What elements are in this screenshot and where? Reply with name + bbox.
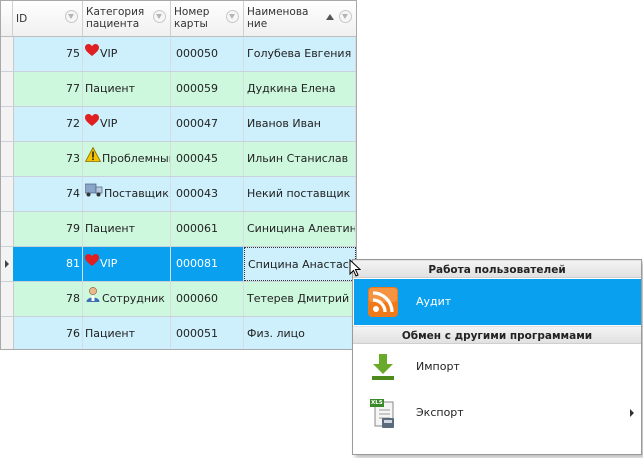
cell-card-number[interactable]: 000050 [171, 37, 244, 71]
patient-grid: ID Категория пациента Номер карты Наименов… [0, 0, 357, 350]
filter-icon[interactable] [226, 10, 239, 23]
table-row[interactable]: 74 Поставщик 000043 Некий поставщик [1, 177, 356, 212]
cell-name[interactable]: Синицина Алевтина [244, 212, 356, 246]
cell-id[interactable]: 76 [13, 317, 83, 349]
cell-category[interactable]: Проблемный [83, 142, 171, 176]
table-row[interactable]: 76 Пациент 000051 Физ. лицо [1, 317, 356, 349]
column-header-name[interactable]: Наименова ние [244, 1, 356, 37]
row-indicator-header [1, 1, 13, 37]
cell-name[interactable]: Ильин Станислав [244, 142, 356, 176]
filter-icon[interactable] [65, 10, 78, 23]
header-line: пациента [86, 18, 140, 30]
context-menu: Работа пользователей Аудит Обмен с други… [352, 259, 642, 455]
cell-id[interactable]: 81 [13, 247, 83, 281]
cell-name[interactable]: Спицина Анастасия [244, 247, 356, 281]
export-xls-icon: XLS [368, 398, 398, 433]
cell-category-label: Пациент [85, 222, 136, 235]
cell-category[interactable]: Пациент [83, 317, 171, 349]
header-line: ние [247, 18, 268, 30]
cell-category-label: Проблемный [102, 152, 171, 165]
cell-name[interactable]: Голубева Евгения [244, 37, 356, 71]
menu-item-export-label: Экспорт [416, 406, 464, 419]
cell-name[interactable]: Некий поставщик [244, 177, 356, 211]
cell-category-label: Пациент [85, 327, 136, 340]
column-header-id[interactable]: ID [13, 1, 83, 37]
column-header-name-label: Наименова ние [247, 6, 308, 30]
cell-category[interactable]: Пациент [83, 212, 171, 246]
rss-icon [368, 287, 398, 320]
cell-id[interactable]: 75 [13, 37, 83, 71]
cell-category-label: VIP [100, 117, 118, 130]
cell-category-label: VIP [100, 47, 118, 60]
employee-icon [85, 282, 101, 316]
column-header-id-label: ID [16, 13, 28, 25]
cell-id[interactable]: 72 [13, 107, 83, 141]
cell-card-number[interactable]: 000081 [171, 247, 244, 281]
table-row[interactable]: 75 VIP 000050 Голубева Евгения [1, 37, 356, 72]
cell-id[interactable]: 77 [13, 72, 83, 106]
cell-card-number[interactable]: 000059 [171, 72, 244, 106]
filter-icon[interactable] [153, 10, 166, 23]
cell-category[interactable]: Поставщик [83, 177, 171, 211]
cell-category[interactable]: Сотрудник [83, 282, 171, 316]
cell-id[interactable]: 79 [13, 212, 83, 246]
cell-id[interactable]: 73 [13, 142, 83, 176]
column-header-card[interactable]: Номер карты [171, 1, 244, 37]
header-line: Номер [174, 6, 210, 18]
heart-icon [85, 247, 99, 281]
table-row[interactable]: 73 Проблемный 000045 Ильин Станислав [1, 142, 356, 177]
menu-item-import-label: Импорт [416, 360, 460, 373]
table-row[interactable]: 81 VIP 000081 Спицина Анастасия [1, 247, 356, 282]
header-line: Наименова [247, 6, 309, 18]
cell-card-number[interactable]: 000061 [171, 212, 244, 246]
heart-icon [85, 107, 99, 141]
import-icon [368, 352, 398, 385]
menu-section-exchange: Обмен с другими программами [353, 326, 641, 344]
cell-category[interactable]: VIP [83, 247, 171, 281]
table-row[interactable]: 72 VIP 000047 Иванов Иван [1, 107, 356, 142]
cell-card-number[interactable]: 000047 [171, 107, 244, 141]
sort-ascending-icon [326, 14, 334, 20]
submenu-arrow-icon [630, 409, 634, 417]
cell-category[interactable]: VIP [83, 107, 171, 141]
header-line: карты [174, 18, 208, 30]
cell-id[interactable]: 74 [13, 177, 83, 211]
cell-category[interactable]: VIP [83, 37, 171, 71]
cell-card-number[interactable]: 000045 [171, 142, 244, 176]
heart-icon [85, 37, 99, 71]
table-row[interactable]: 77 Пациент 000059 Дудкина Елена [1, 72, 356, 107]
menu-item-import[interactable]: Импорт [354, 344, 641, 390]
table-row[interactable]: 79 Пациент 000061 Синицина Алевтина [1, 212, 356, 247]
menu-item-audit-label: Аудит [416, 295, 452, 308]
cell-id[interactable]: 78 [13, 282, 83, 316]
cell-card-number[interactable]: 000060 [171, 282, 244, 316]
current-row-caret-icon [5, 260, 9, 268]
mouse-cursor-icon [349, 259, 361, 277]
cell-name[interactable]: Иванов Иван [244, 107, 356, 141]
cell-name[interactable]: Физ. лицо [244, 317, 356, 349]
export-xls-icon-text: XLS [371, 400, 383, 406]
column-header-category-label: Категория пациента [86, 6, 144, 30]
truck-icon [84, 177, 103, 211]
cell-card-number[interactable]: 000051 [171, 317, 244, 349]
cell-category-label: Пациент [85, 82, 136, 95]
column-header-card-label: Номер карты [174, 6, 209, 30]
filter-icon[interactable] [339, 10, 352, 23]
column-header-category[interactable]: Категория пациента [83, 1, 171, 37]
table-row[interactable]: 78 Сотрудник 000060 Тетерев Дмитрий [1, 282, 356, 317]
menu-section-users: Работа пользователей [353, 260, 641, 278]
cell-category-label: Поставщик [104, 187, 169, 200]
menu-item-audit[interactable]: Аудит [354, 279, 641, 325]
warning-icon [84, 142, 102, 176]
header-line: Категория [86, 6, 145, 18]
cell-category-label: Сотрудник [102, 292, 165, 305]
menu-item-export[interactable]: XLS Экспорт [354, 390, 641, 436]
cell-name[interactable]: Дудкина Елена [244, 72, 356, 106]
cell-category-label: VIP [100, 257, 118, 270]
cell-category[interactable]: Пациент [83, 72, 171, 106]
cell-card-number[interactable]: 000043 [171, 177, 244, 211]
cell-name[interactable]: Тетерев Дмитрий [244, 282, 356, 316]
